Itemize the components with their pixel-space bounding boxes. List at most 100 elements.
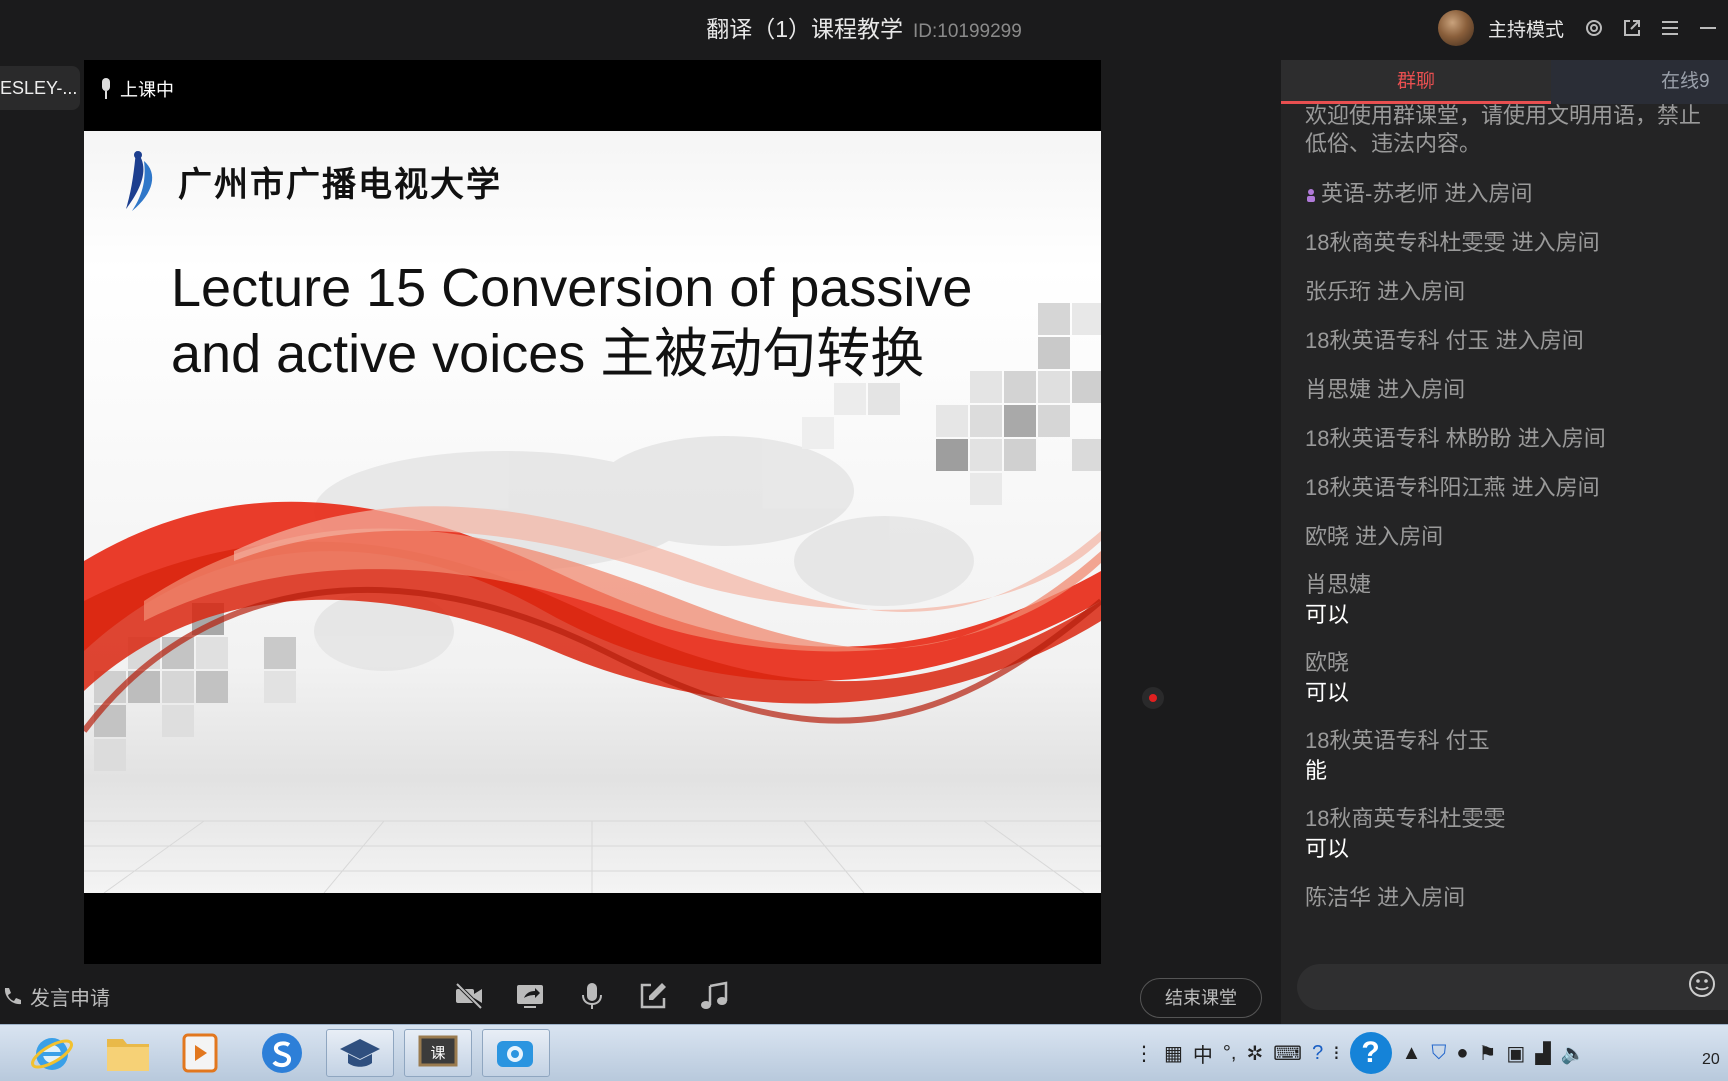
ime-mode[interactable]: 中 xyxy=(1193,1039,1213,1068)
slide-title-line-2: and active voices 主被动句转换 xyxy=(171,324,925,384)
host-mode-label[interactable]: 主持模式 xyxy=(1488,15,1564,42)
entry-name: 18秋英语专科 林盼盼 xyxy=(1305,426,1512,451)
ime-more-icon[interactable]: ⁝ xyxy=(1333,1041,1339,1066)
class-status: 上课中 xyxy=(100,76,174,102)
chat-message: 欧晓 可以 xyxy=(1305,648,1728,708)
lesson-app-icon[interactable]: 课 xyxy=(404,1029,472,1077)
list-item: 欧晓 进入房间 xyxy=(1305,522,1728,552)
volume-icon[interactable]: 🔈 xyxy=(1561,1041,1586,1066)
host-badge-icon xyxy=(1307,189,1315,203)
slide: 广州市广播电视大学 Lecture 15 Conversion of passi… xyxy=(84,131,1101,893)
end-class-button[interactable]: 结束课堂 xyxy=(1140,978,1262,1018)
university-logo: 广州市广播电视大学 xyxy=(118,149,502,213)
ie-browser-icon[interactable] xyxy=(18,1029,86,1077)
settings-icon[interactable] xyxy=(1582,16,1606,40)
ime-help-icon[interactable]: ? xyxy=(1312,1042,1323,1065)
list-item: 18秋英语专科阳江燕 进入房间 xyxy=(1305,473,1728,503)
message-text: 可以 xyxy=(1305,602,1350,627)
university-name: 广州市广播电视大学 xyxy=(178,164,502,205)
meeting-id: ID:10199299 xyxy=(912,21,1022,42)
action-center-flag-icon[interactable]: ⚑ xyxy=(1478,1041,1496,1066)
file-explorer-icon[interactable] xyxy=(94,1029,162,1077)
system-tray: ⋮ ▦ 中 °, ✲ ⌨ ? ⁝ ? ▲ ⛉ ● ⚑ ▣ ▟ 🔈 xyxy=(1134,1025,1586,1081)
camera-off-icon[interactable] xyxy=(453,980,485,1012)
ime-keyboard-icon[interactable]: ⌨ xyxy=(1273,1041,1302,1066)
entry-name: 英语-苏老师 xyxy=(1321,181,1439,206)
emoji-icon[interactable] xyxy=(1688,970,1716,998)
entry-action: 进入房间 xyxy=(1511,230,1600,255)
tab-group-chat[interactable]: 群聊 xyxy=(1281,60,1551,104)
entry-action: 进入房间 xyxy=(1444,181,1533,206)
security-shield-icon[interactable]: ⛉ xyxy=(1431,1042,1446,1065)
message-sender: 18秋商英专科杜雯雯 xyxy=(1305,806,1506,831)
entry-action: 进入房间 xyxy=(1377,279,1466,304)
entry-action: 进入房间 xyxy=(1355,524,1444,549)
record-dot-icon xyxy=(1149,694,1157,702)
ime-toolbar-icon[interactable]: ▦ xyxy=(1164,1041,1183,1066)
screen-share-icon[interactable] xyxy=(514,980,546,1012)
minimize-icon[interactable] xyxy=(1696,16,1720,40)
network-icon[interactable]: ▟ xyxy=(1535,1041,1550,1066)
title-bar: 翻译（1）课程教学 ID:10199299 主持模式 xyxy=(0,0,1728,56)
media-player-icon[interactable] xyxy=(166,1029,234,1077)
taskbar: 课 ⋮ ▦ 中 °, ✲ ⌨ ? ⁝ ? ▲ ⛉ ● ⚑ ▣ ▟ 🔈 20 xyxy=(0,1024,1728,1081)
chat-input[interactable] xyxy=(1297,964,1728,1010)
entry-action: 进入房间 xyxy=(1377,377,1466,402)
chat-tabs: 群聊 在线9 xyxy=(1281,60,1728,104)
record-indicator[interactable] xyxy=(1142,687,1164,709)
host-controls: 主持模式 xyxy=(1437,8,1728,48)
participant-tag[interactable]: ESLEY-... xyxy=(0,66,80,110)
video-camera-app-icon[interactable] xyxy=(482,1029,550,1077)
entry-name: 18秋商英专科杜雯雯 xyxy=(1305,230,1506,255)
message-text: 能 xyxy=(1305,758,1328,783)
microphone-button-icon[interactable] xyxy=(576,980,608,1012)
message-text: 可以 xyxy=(1305,680,1350,705)
list-item: 18秋商英专科杜雯雯 进入房间 xyxy=(1305,228,1728,258)
slide-decoration xyxy=(84,303,1101,893)
chat-message: 18秋英语专科 付玉 能 xyxy=(1305,726,1728,786)
bottom-control-bar: 发言申请 结束课堂 xyxy=(0,964,1280,1024)
chat-message: 18秋商英专科杜雯雯 可以 xyxy=(1305,804,1728,864)
list-item: 英语-苏老师 进入房间 xyxy=(1305,179,1728,209)
entry-name: 18秋英语专科 付玉 xyxy=(1305,328,1490,353)
menu-icon[interactable] xyxy=(1658,16,1682,40)
punctuation-icon[interactable]: °, xyxy=(1223,1042,1237,1065)
classroom-app-icon[interactable] xyxy=(326,1029,394,1077)
video-area: 上课中 广州市广播电视大学 Lecture 15 Conversion of p… xyxy=(84,60,1101,964)
entry-action: 进入房间 xyxy=(1511,475,1600,500)
svg-text:课: 课 xyxy=(430,1044,445,1062)
whiteboard-edit-icon[interactable] xyxy=(637,980,669,1012)
sogou-icon[interactable] xyxy=(248,1029,316,1077)
avatar[interactable] xyxy=(1437,10,1474,46)
message-text: 可以 xyxy=(1305,836,1350,861)
entry-name: 张乐珩 xyxy=(1305,279,1372,304)
chat-message-list[interactable]: 欢迎使用群课堂，请使用文明用语，禁止 低俗、违法内容。 英语-苏老师 进入房间 … xyxy=(1305,104,1728,1004)
popout-icon[interactable] xyxy=(1620,16,1644,40)
entry-action: 进入房间 xyxy=(1377,885,1466,910)
list-item: 肖思婕 进入房间 xyxy=(1305,375,1728,405)
list-item: 陈洁华 进入房间 xyxy=(1305,883,1728,913)
list-item: 18秋英语专科 付玉 进入房间 xyxy=(1305,326,1728,356)
list-item: 张乐珩 进入房间 xyxy=(1305,277,1728,307)
qq-icon[interactable]: ● xyxy=(1456,1042,1468,1065)
chat-message: 肖思婕 可以 xyxy=(1305,570,1728,630)
message-sender: 18秋英语专科 付玉 xyxy=(1305,728,1490,753)
microphone-icon xyxy=(102,78,110,99)
slide-title: Lecture 15 Conversion of passive and act… xyxy=(171,255,1071,387)
chat-notice-line-2: 低俗、违法内容。 xyxy=(1305,131,1482,156)
music-icon[interactable] xyxy=(698,980,730,1012)
clock[interactable]: 20 xyxy=(1702,1051,1720,1069)
help-icon[interactable]: ? xyxy=(1349,1032,1392,1074)
message-sender: 欧晓 xyxy=(1305,650,1350,675)
safely-remove-icon[interactable]: ▣ xyxy=(1506,1041,1525,1066)
university-emblem-icon xyxy=(126,151,153,211)
phone-icon xyxy=(4,987,21,1004)
entry-name: 陈洁华 xyxy=(1305,885,1372,910)
tab-online[interactable]: 在线9 xyxy=(1551,60,1728,104)
entry-name: 欧晓 xyxy=(1305,524,1350,549)
tray-grip-icon: ⋮ xyxy=(1134,1042,1154,1065)
list-item: 18秋英语专科 林盼盼 进入房间 xyxy=(1305,424,1728,454)
speak-request-button[interactable]: 发言申请 xyxy=(2,982,110,1011)
tray-expand-icon[interactable]: ▲ xyxy=(1402,1042,1422,1065)
ime-tools-icon[interactable]: ✲ xyxy=(1246,1041,1263,1066)
